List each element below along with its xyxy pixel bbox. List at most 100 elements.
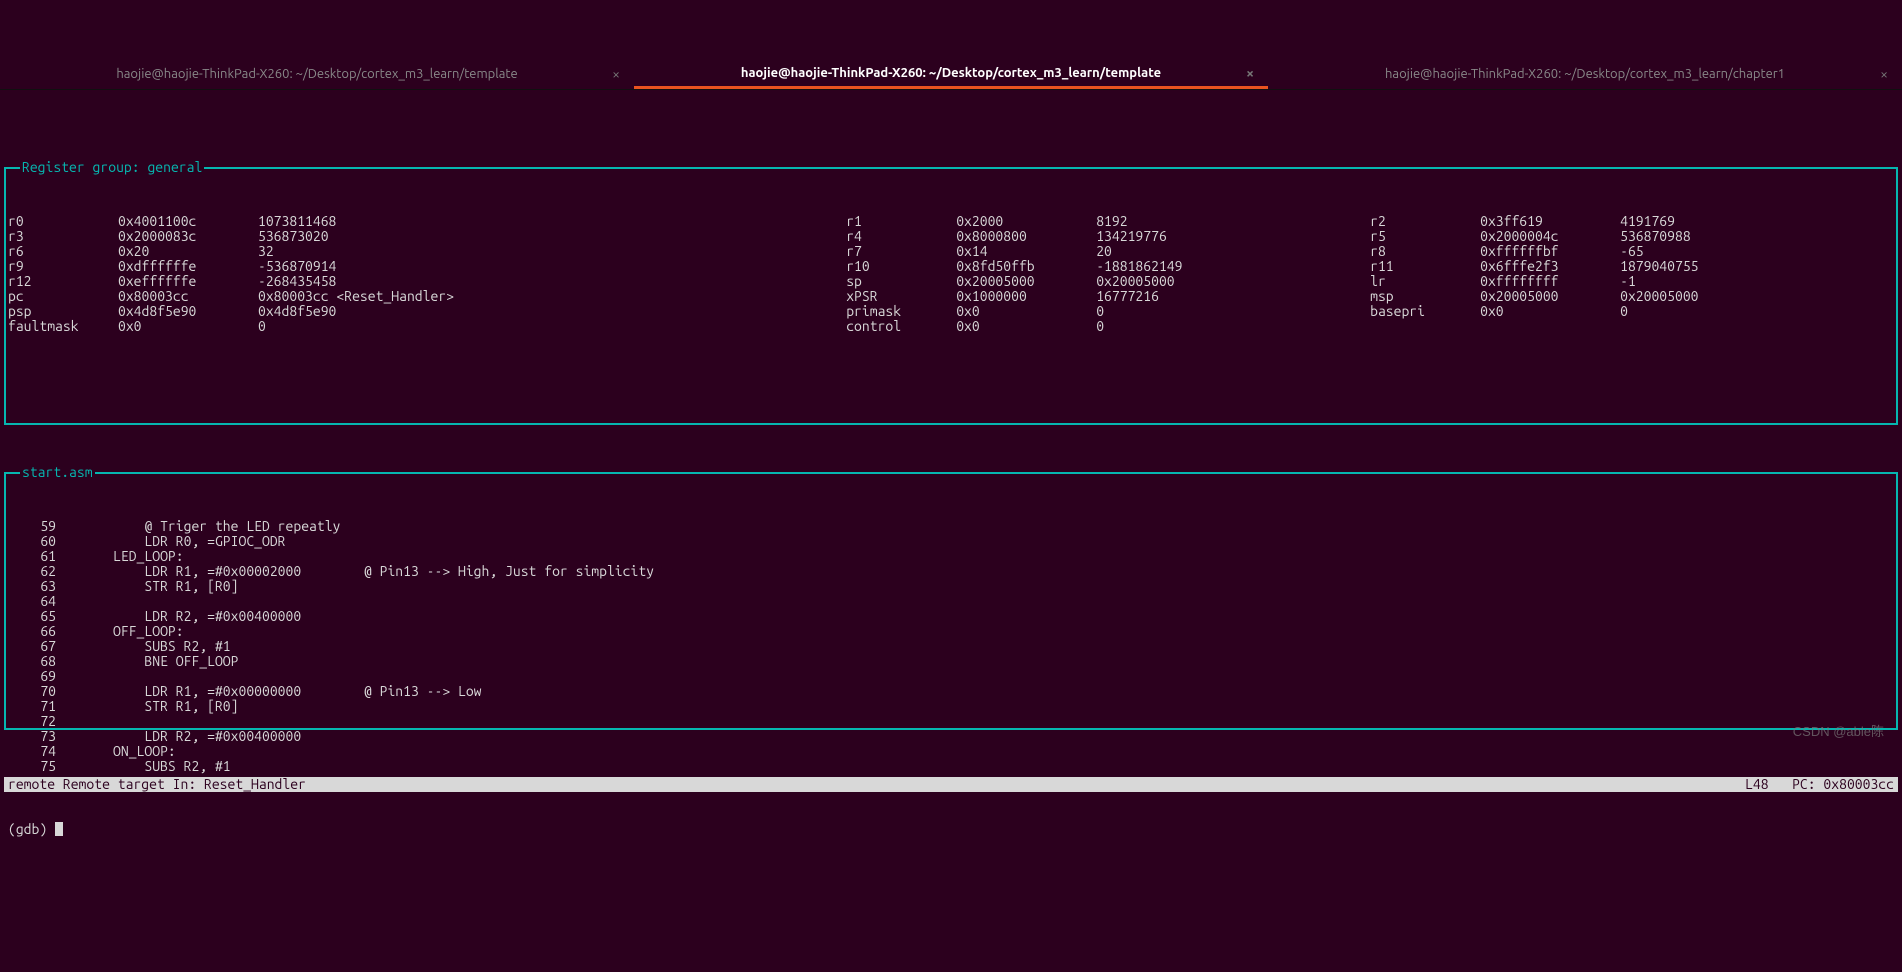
register-hex: 0x80003cc xyxy=(118,289,258,304)
register-row: faultmask0x00control0x00 xyxy=(8,319,1894,334)
source-text: STR R1, [R0] xyxy=(66,579,238,594)
register-dec: 536870988 xyxy=(1620,229,1894,244)
source-line: 75 SUBS R2, #1 xyxy=(8,759,1894,774)
source-listing: 59 @ Triger the LED repeatly60 LDR R0, =… xyxy=(6,519,1896,776)
register-dec: 0x20005000 xyxy=(1620,289,1894,304)
register-name: r2 xyxy=(1370,214,1480,229)
register-hex xyxy=(1480,319,1620,334)
register-cell: psp0x4d8f5e900x4d8f5e90 xyxy=(8,304,846,319)
register-row: r00x4001100c1073811468r10x20008192r20x3f… xyxy=(8,214,1894,229)
tab-title: haojie@haojie-ThinkPad-X260: ~/Desktop/c… xyxy=(741,66,1161,81)
close-icon[interactable]: × xyxy=(1880,67,1888,82)
register-row: r60x2032r70x1420r80xffffffbf-65 xyxy=(8,244,1894,259)
source-text: STR R1, [R0] xyxy=(66,699,238,714)
register-name: lr xyxy=(1370,274,1480,289)
register-cell: r40x8000800134219776 xyxy=(846,229,1370,244)
terminal-tab-2[interactable]: haojie@haojie-ThinkPad-X260: ~/Desktop/c… xyxy=(1268,60,1902,89)
register-row: pc0x80003cc0x80003cc <Reset_Handler>xPSR… xyxy=(8,289,1894,304)
register-dec: 1879040755 xyxy=(1620,259,1894,274)
register-dec: 0x20005000 xyxy=(1096,274,1370,289)
source-text: ON_LOOP: xyxy=(66,744,176,759)
source-text: SUBS R2, #1 xyxy=(66,639,231,654)
register-dec: 32 xyxy=(258,244,846,259)
close-icon[interactable]: × xyxy=(612,67,620,82)
register-dec: 0 xyxy=(258,319,846,334)
register-cell xyxy=(1370,319,1894,334)
source-line: 59 @ Triger the LED repeatly xyxy=(8,519,1894,534)
register-name: basepri xyxy=(1370,304,1480,319)
source-line: 62 LDR R1, =#0x00002000 @ Pin13 --> High… xyxy=(8,564,1894,579)
register-hex: 0xffffffbf xyxy=(1480,244,1620,259)
source-text: OFF_LOOP: xyxy=(66,624,184,639)
register-name: r0 xyxy=(8,214,118,229)
register-dec xyxy=(1620,319,1894,334)
register-dec: 0x80003cc <Reset_Handler> xyxy=(258,289,508,304)
register-name: r7 xyxy=(846,244,956,259)
register-hex: 0xffffffff xyxy=(1480,274,1620,289)
register-cell: r30x2000083c536873020 xyxy=(8,229,846,244)
source-lineno: 68 xyxy=(8,654,66,669)
source-text: LDR R0, =GPIOC_ODR xyxy=(66,534,286,549)
register-name: psp xyxy=(8,304,118,319)
source-text: SUBS R2, #1 xyxy=(66,759,231,774)
register-dec: -1 xyxy=(1620,274,1894,289)
source-line: 67 SUBS R2, #1 xyxy=(8,639,1894,654)
source-text: LDR R2, =#0x00400000 xyxy=(66,729,301,744)
register-dec: 0 xyxy=(1096,319,1370,334)
source-panel-title: start.asm xyxy=(20,465,95,480)
register-hex: 0x2000083c xyxy=(118,229,258,244)
register-name: sp xyxy=(846,274,956,289)
source-lineno: 71 xyxy=(8,699,66,714)
register-dec: -65 xyxy=(1620,244,1894,259)
terminal-tab-0[interactable]: haojie@haojie-ThinkPad-X260: ~/Desktop/c… xyxy=(0,60,634,89)
register-dec: 20 xyxy=(1096,244,1370,259)
gdb-prompt: (gdb) xyxy=(8,822,55,837)
source-line: 66 OFF_LOOP: xyxy=(8,624,1894,639)
register-dec: 134219776 xyxy=(1096,229,1370,244)
register-hex: 0x0 xyxy=(956,304,1096,319)
register-cell: r80xffffffbf-65 xyxy=(1370,244,1894,259)
register-row: r120xeffffffe-268435458sp0x200050000x200… xyxy=(8,274,1894,289)
source-lineno: 63 xyxy=(8,579,66,594)
source-line: 65 LDR R2, =#0x00400000 xyxy=(8,609,1894,624)
terminal-tab-1[interactable]: haojie@haojie-ThinkPad-X260: ~/Desktop/c… xyxy=(634,60,1268,89)
register-name: r1 xyxy=(846,214,956,229)
register-cell: lr0xffffffff-1 xyxy=(1370,274,1894,289)
register-dec: 0x4d8f5e90 xyxy=(258,304,846,319)
register-cell: r70x1420 xyxy=(846,244,1370,259)
register-hex: 0x6fffe2f3 xyxy=(1480,259,1620,274)
register-hex: 0x20005000 xyxy=(1480,289,1620,304)
source-line: 72 xyxy=(8,714,1894,729)
register-cell: msp0x200050000x20005000 xyxy=(1370,289,1894,304)
register-name: r4 xyxy=(846,229,956,244)
source-lineno: 75 xyxy=(8,759,66,774)
source-text: LDR R2, =#0x00400000 xyxy=(66,609,301,624)
source-text: @ Triger the LED repeatly xyxy=(66,519,340,534)
terminal-body: Register group: general r00x4001100c1073… xyxy=(0,120,1902,867)
register-cell: primask0x00 xyxy=(846,304,1370,319)
tab-title: haojie@haojie-ThinkPad-X260: ~/Desktop/c… xyxy=(116,67,517,82)
source-line: 73 LDR R2, =#0x00400000 xyxy=(8,729,1894,744)
status-left: remote Remote target In: Reset_Handler xyxy=(8,777,306,792)
gdb-status-bar: remote Remote target In: Reset_Handler L… xyxy=(4,777,1898,792)
register-hex: 0x4d8f5e90 xyxy=(118,304,258,319)
register-cell: r00x4001100c1073811468 xyxy=(8,214,846,229)
source-lineno: 67 xyxy=(8,639,66,654)
register-name: xPSR xyxy=(846,289,956,304)
register-cell: r120xeffffffe-268435458 xyxy=(8,274,846,289)
register-hex: 0x1000000 xyxy=(956,289,1096,304)
gdb-prompt-row[interactable]: (gdb) xyxy=(4,822,1898,837)
register-hex: 0x14 xyxy=(956,244,1096,259)
register-dec: 8192 xyxy=(1096,214,1370,229)
source-text: LED_LOOP: xyxy=(66,549,184,564)
source-lineno: 74 xyxy=(8,744,66,759)
close-icon[interactable]: × xyxy=(1246,66,1254,81)
register-dec: -1881862149 xyxy=(1096,259,1370,274)
registers-panel-title: Register group: general xyxy=(20,160,204,175)
register-hex: 0x4001100c xyxy=(118,214,258,229)
source-lineno: 61 xyxy=(8,549,66,564)
register-dec: -536870914 xyxy=(258,259,846,274)
register-cell: r20x3ff6194191769 xyxy=(1370,214,1894,229)
register-row: psp0x4d8f5e900x4d8f5e90primask0x00basepr… xyxy=(8,304,1894,319)
text-cursor xyxy=(55,822,63,836)
